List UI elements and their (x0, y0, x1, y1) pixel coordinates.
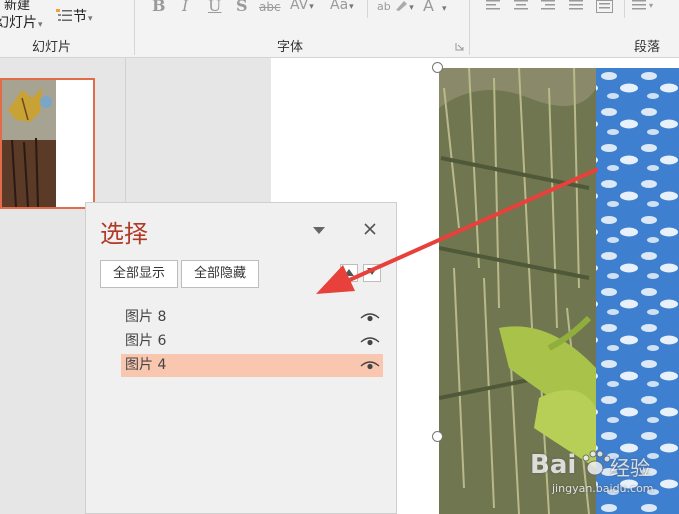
chevron-down-icon: ▾ (38, 20, 43, 30)
highlight-text-button[interactable]: ab ▾ (377, 0, 414, 13)
selection-item[interactable]: 图片 8 (121, 306, 383, 329)
align-right-icon[interactable] (541, 0, 557, 12)
visibility-eye-icon[interactable] (360, 312, 380, 323)
down-arrow-icon (367, 268, 377, 275)
columns-icon[interactable]: ▾ (632, 0, 658, 12)
close-icon[interactable] (364, 223, 376, 235)
section-label: 节 (73, 9, 87, 25)
selection-item-label: 图片 4 (125, 357, 167, 373)
send-backward-button[interactable] (363, 264, 381, 282)
align-left-icon[interactable] (486, 0, 502, 12)
selection-item-selected[interactable]: 图片 4 (121, 354, 383, 377)
change-case-button[interactable]: Aa▾ (330, 0, 354, 13)
hide-all-button[interactable]: 全部隐藏 (181, 260, 259, 288)
justify-icon[interactable] (569, 0, 585, 12)
group-label-font: 字体 (277, 40, 304, 55)
chevron-down-icon: ▾ (88, 14, 93, 24)
selection-item-label: 图片 6 (125, 333, 167, 349)
pane-title: 选择 (100, 220, 148, 248)
svg-text:▾: ▾ (649, 1, 653, 10)
ribbon: 新建 幻灯片▾ 节▾ B I U S abc AV▾ Aa▾ ab ▾ A▾ (0, 0, 679, 58)
underline-button[interactable]: U (208, 0, 221, 15)
font-color-button[interactable]: A ▾ (423, 0, 446, 15)
separator (624, 0, 625, 18)
thumbnail-image (2, 80, 93, 207)
watermark-brand: Bai (530, 450, 577, 480)
align-center-icon[interactable] (514, 0, 530, 12)
up-arrow-icon (344, 269, 354, 276)
show-all-button[interactable]: 全部显示 (100, 260, 178, 288)
group-label-paragraph: 段落 (634, 40, 661, 55)
char-spacing-label: AV (290, 0, 309, 13)
section-button[interactable]: 节▾ (55, 6, 93, 26)
pane-options-chevron-icon[interactable] (313, 227, 325, 235)
char-spacing-button[interactable]: AV▾ (290, 0, 314, 13)
watermark-brand-suffix: 经验 (610, 456, 650, 480)
group-separator (469, 0, 470, 55)
selection-item-label: 图片 8 (125, 309, 167, 325)
highlighter-icon (396, 1, 408, 11)
distributed-icon[interactable] (596, 0, 614, 14)
separator (367, 0, 368, 18)
resize-handle[interactable] (432, 431, 443, 442)
new-slide-label-bottom: 幻灯片 (0, 15, 37, 31)
watermark: Bai 经验 jingyan.baidu.com (530, 448, 670, 508)
group-label-slides: 幻灯片 (32, 40, 72, 55)
paw-icon (582, 450, 610, 476)
group-separator (134, 0, 135, 55)
bold-button[interactable]: B (152, 0, 166, 15)
bring-forward-button[interactable] (340, 264, 358, 282)
strikethrough-button[interactable]: abc (259, 0, 281, 14)
shadow-button[interactable]: S (236, 0, 248, 15)
new-slide-button[interactable]: 新建 幻灯片▾ (0, 0, 43, 32)
selection-item[interactable]: 图片 6 (121, 330, 383, 353)
slide-thumbnail[interactable] (0, 78, 95, 209)
visibility-eye-icon[interactable] (360, 360, 380, 371)
resize-handle[interactable] (432, 62, 443, 73)
selection-pane: 选择 全部显示 全部隐藏 图片 8 图片 6 图片 4 (85, 202, 397, 514)
change-case-label: Aa (330, 0, 349, 13)
highlight-text-label: ab (377, 0, 391, 13)
watermark-url: jingyan.baidu.com (552, 482, 654, 495)
visibility-eye-icon[interactable] (360, 336, 380, 347)
font-color-label: A (423, 0, 434, 15)
dialog-launcher-icon[interactable] (455, 42, 464, 51)
italic-button[interactable]: I (182, 0, 188, 15)
section-icon (56, 9, 72, 21)
